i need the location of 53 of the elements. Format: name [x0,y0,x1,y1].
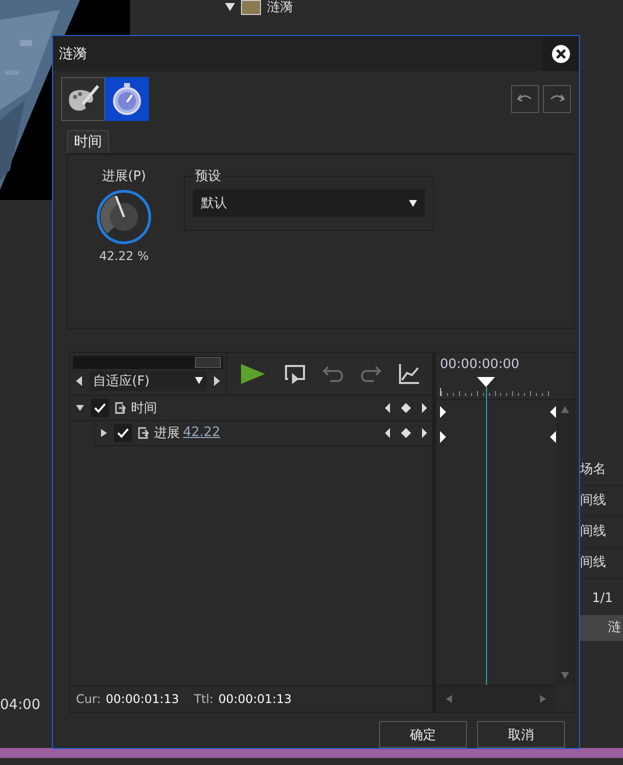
checkbox[interactable] [91,398,109,417]
total-time-label: Ttl: [194,692,214,706]
dropdown-arrow-icon[interactable] [409,200,417,206]
undo-button[interactable] [511,85,539,113]
knob-label: 进展(P) [102,168,146,185]
link-icon [114,402,126,414]
keyframe-nav-icon[interactable] [384,402,428,414]
cancel-button[interactable]: 取消 [477,721,565,748]
keyframe-marker-icon[interactable] [440,431,446,444]
current-time-label: Cur: [76,692,101,706]
dropdown-arrow-icon[interactable] [195,377,203,384]
window-title: 涟漪 [58,44,87,62]
timecode: 04:00 [0,697,40,713]
progress-knob[interactable] [96,189,152,245]
expand-arrow-icon[interactable] [101,428,107,437]
playhead[interactable] [477,376,496,685]
redo-button[interactable] [543,85,571,113]
tree-item[interactable]: 涟漪 [267,0,293,16]
track-row[interactable]: 时间 [70,396,432,421]
value-link[interactable]: 42.22 [183,425,220,440]
close-icon[interactable] [543,36,579,71]
expand-arrow-icon[interactable] [76,404,84,411]
folder-icon [241,0,261,14]
knob-reading: 42.22 % [99,249,149,263]
preset-dropdown[interactable]: 默认 [193,189,425,217]
group-label: 预设 [194,168,222,185]
ok-button[interactable]: 确定 [379,721,467,748]
total-time: 00:00:01:13 [218,692,292,706]
graph-icon[interactable] [398,362,420,385]
list-item[interactable]: 涟 [580,615,623,641]
loop-play-button[interactable] [282,362,307,385]
tab[interactable]: 时间 [67,130,109,153]
right-arrow-icon[interactable] [214,376,220,386]
timecode: 00:00:00:00 [440,356,520,372]
undo-icon[interactable] [322,364,344,383]
checkbox[interactable] [114,424,132,442]
stopwatch-button[interactable] [105,77,149,121]
current-time: 00:00:01:13 [106,692,179,706]
scrollbar[interactable] [436,685,556,712]
palette-button[interactable] [61,77,105,121]
keyframe-nav-icon[interactable] [384,426,428,439]
redo-icon[interactable] [360,364,382,383]
zoom-dropdown[interactable]: 自适应(F) [89,370,207,391]
scrollbar[interactable] [556,400,574,685]
play-button[interactable] [238,362,267,386]
keyframe-marker-icon[interactable] [440,406,446,418]
track-label: 时间 [131,400,157,417]
left-arrow-icon[interactable] [76,376,82,386]
link-icon [137,426,149,439]
zoom-slider-thumb[interactable] [195,356,221,368]
track-label: 进展 [154,424,180,442]
page-count: 1/1 [591,590,614,608]
track-row[interactable]: 进展 42.22 [94,420,432,446]
